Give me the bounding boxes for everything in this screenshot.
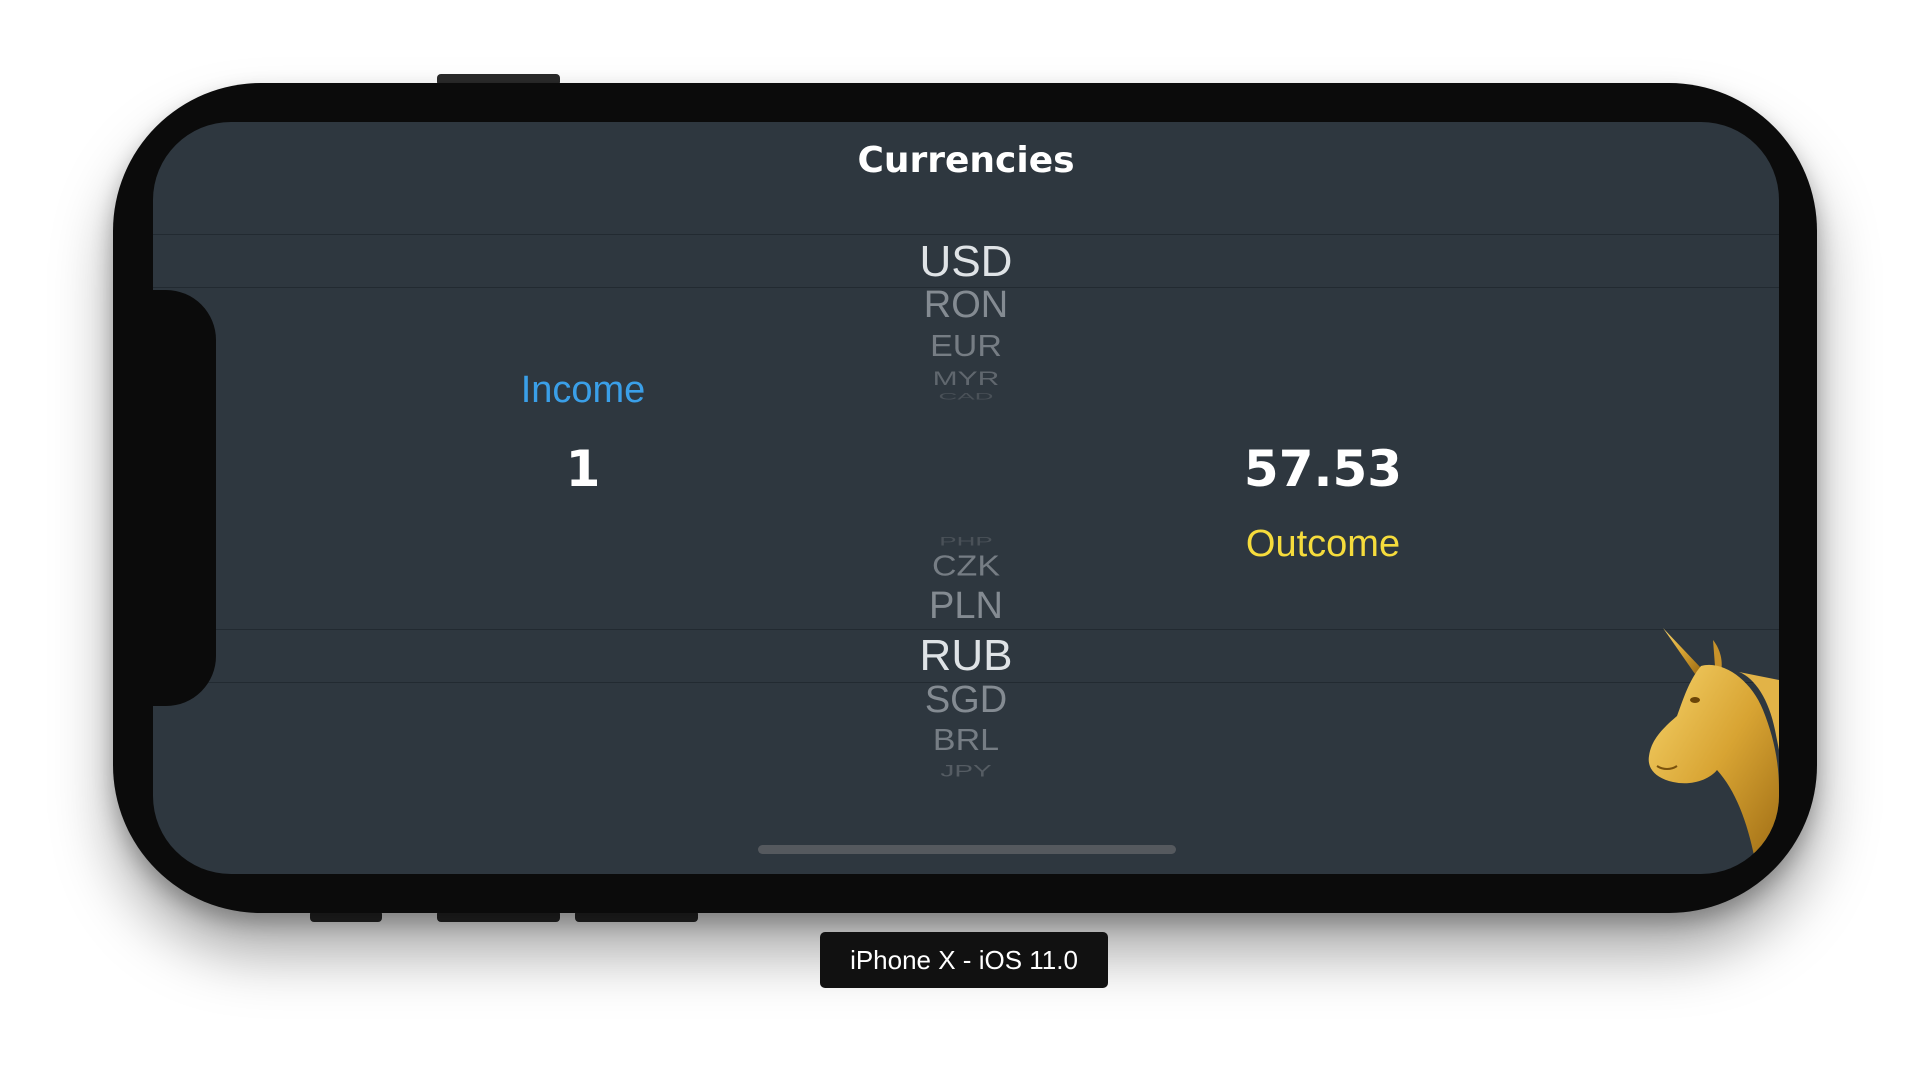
nav-title: Currencies (857, 140, 1075, 181)
simulator-window: Currencies USD RON EUR MYR CAD PHP CZK P… (0, 0, 1928, 1090)
outcome-label: Outcome (1245, 523, 1401, 565)
home-indicator[interactable] (758, 845, 1176, 854)
target-currency-picker[interactable]: PHP CZK PLN RUB SGD BRL JPY (153, 522, 1779, 822)
picker-item[interactable]: CAD (153, 391, 1779, 402)
picker-item[interactable]: MYR (153, 368, 1779, 390)
picker-selected-item[interactable]: RUB (153, 631, 1779, 681)
outcome-amount: 57.53 (1243, 440, 1403, 498)
app-screen: Currencies USD RON EUR MYR CAD PHP CZK P… (153, 122, 1779, 874)
sensor-notch (143, 290, 216, 706)
picker-item[interactable]: SGD (153, 679, 1779, 722)
device-label: iPhone X - iOS 11.0 (820, 932, 1108, 988)
picker-item[interactable]: BRL (153, 723, 1779, 758)
picker-item[interactable]: CZK (153, 550, 1779, 583)
picker-item[interactable]: PHP (153, 535, 1779, 549)
income-amount-field[interactable]: 1 (483, 440, 683, 498)
picker-item[interactable]: PLN (153, 585, 1779, 628)
picker-item[interactable]: EUR (153, 329, 1779, 364)
golden-unicorn-icon (1648, 628, 1779, 874)
source-currency-picker[interactable]: USD RON EUR MYR CAD (153, 234, 1779, 534)
picker-item[interactable]: RON (153, 284, 1779, 327)
picker-item[interactable]: JPY (153, 761, 1779, 780)
income-label: Income (520, 369, 646, 411)
picker-selected-item[interactable]: USD (153, 237, 1779, 287)
